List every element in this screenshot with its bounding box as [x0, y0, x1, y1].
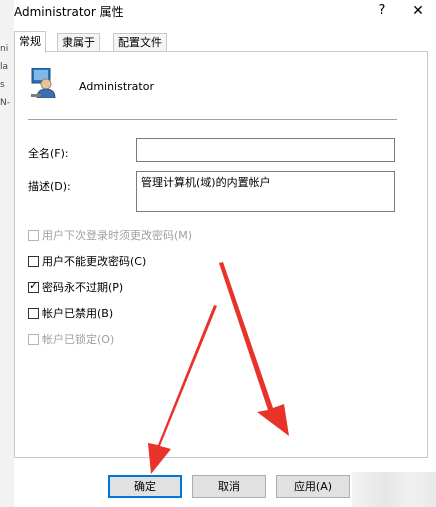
description-input[interactable]: 管理计算机(域)的内置帐户: [136, 171, 395, 212]
ok-button[interactable]: 确定: [108, 475, 182, 498]
checkbox-box[interactable]: [28, 229, 39, 241]
dialog-title: Administrator 属性: [14, 5, 124, 19]
help-button[interactable]: ?: [372, 1, 392, 21]
checkbox-label: 密码永不过期(P): [42, 281, 124, 294]
check-mark-icon: ✓: [29, 278, 39, 292]
general-tab-panel: Administrator 全名(F): 描述(D): 管理计算机(域)的内置帐…: [14, 51, 428, 458]
properties-dialog: Administrator 属性 ? ✕ 常规 隶属于 配置文件 Adminis…: [14, 0, 436, 507]
checkbox-account-disabled[interactable]: 帐户已禁用(B): [28, 306, 113, 320]
checkbox-must-change-password[interactable]: 用户下次登录时须更改密码(M): [28, 228, 192, 242]
full-name-input[interactable]: [136, 138, 395, 162]
tab-general[interactable]: 常规: [14, 31, 46, 53]
checkbox-label: 帐户已禁用(B): [42, 307, 114, 320]
checkbox-cannot-change-password[interactable]: 用户不能更改密码(C): [28, 254, 146, 268]
apply-button[interactable]: 应用(A): [276, 475, 350, 498]
divider: [28, 119, 397, 120]
blurred-region: [352, 472, 436, 507]
checkbox-password-never-expires[interactable]: ✓ 密码永不过期(P): [28, 280, 123, 294]
checkbox-label: 帐户已锁定(O): [42, 333, 115, 346]
background-text: N-: [0, 98, 10, 108]
checkbox-label: 用户下次登录时须更改密码(M): [42, 229, 193, 242]
user-name: Administrator: [79, 80, 154, 93]
title-bar: Administrator 属性 ? ✕: [14, 0, 436, 22]
background-text: s: [0, 80, 5, 90]
description-label: 描述(D):: [28, 180, 71, 193]
user-icon: [31, 68, 56, 98]
background-window-edge: ni la s N-: [0, 0, 15, 507]
full-name-label: 全名(F):: [28, 147, 69, 160]
checkbox-box[interactable]: ✓: [28, 278, 39, 293]
tab-member-of[interactable]: 隶属于: [57, 33, 100, 52]
background-text: ni: [0, 44, 9, 54]
cancel-button[interactable]: 取消: [192, 475, 266, 498]
tab-profile[interactable]: 配置文件: [113, 33, 167, 52]
checkbox-box[interactable]: [28, 307, 39, 319]
background-text: la: [0, 62, 9, 72]
close-button[interactable]: ✕: [408, 1, 428, 21]
checkbox-box[interactable]: [28, 255, 39, 267]
checkbox-account-locked[interactable]: 帐户已锁定(O): [28, 332, 114, 346]
checkbox-label: 用户不能更改密码(C): [42, 255, 147, 268]
checkbox-box[interactable]: [28, 333, 39, 345]
